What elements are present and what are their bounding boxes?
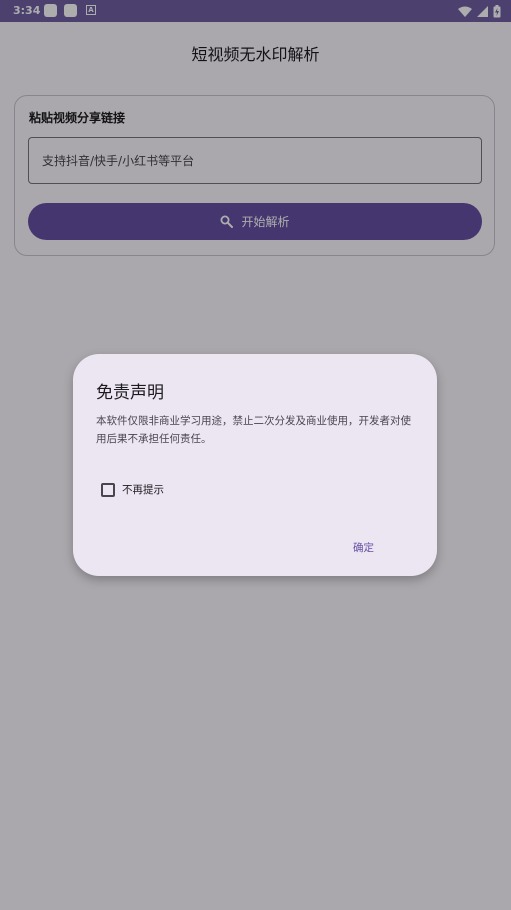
app-screen: 3:34 A 短视频无水印解析 粘贴视频分享链接 支持抖音/快手/小红书等平台 <box>0 0 511 910</box>
dialog-title: 免责声明 <box>96 383 164 403</box>
disclaimer-dialog: 免责声明 本软件仅限非商业学习用途，禁止二次分发及商业使用，开发者对使用后果不承… <box>73 354 437 576</box>
dont-show-again-row[interactable]: 不再提示 <box>101 482 164 497</box>
dont-show-again-checkbox[interactable] <box>101 482 115 497</box>
dont-show-again-label: 不再提示 <box>122 484 164 496</box>
dialog-body: 本软件仅限非商业学习用途，禁止二次分发及商业使用，开发者对使用后果不承担任何责任… <box>96 415 411 445</box>
confirm-button[interactable]: 确定 <box>353 540 374 555</box>
